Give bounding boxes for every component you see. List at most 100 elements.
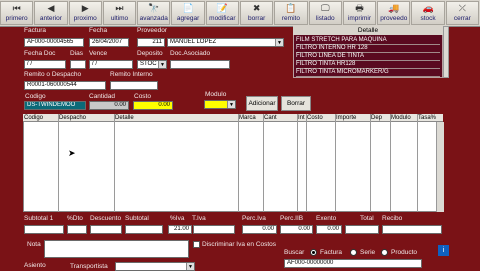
proveedor-label: Proveedor (137, 27, 167, 34)
remito-input[interactable]: R0001-060000544 (24, 81, 106, 90)
radio-serie[interactable] (350, 249, 357, 256)
borrar-button[interactable]: Borrar (281, 96, 311, 111)
totals-subtotal-field[interactable] (125, 225, 163, 234)
totals-dto-field[interactable] (67, 225, 87, 234)
radio-serie-label: Serie (360, 249, 376, 256)
nota-textarea[interactable] (44, 240, 189, 258)
grid-col-header[interactable]: Detalle (114, 114, 134, 122)
info-icon[interactable]: i (438, 245, 449, 256)
factura-input[interactable]: AF000-00004565 (24, 38, 84, 47)
grid-col-header[interactable]: Int (297, 114, 305, 122)
grid-col-header[interactable]: Importe (335, 114, 356, 122)
grid-col-header[interactable]: Dep (370, 114, 382, 122)
fecha-doc-input[interactable]: / / (24, 60, 66, 69)
grid-col-divider (417, 114, 418, 212)
toolbar-button-label: stock (420, 15, 436, 22)
toolbar-modificar-button[interactable]: 📝 modificar (205, 1, 239, 25)
grid-col-header[interactable]: Codigo (23, 114, 43, 122)
chevron-down-icon[interactable]: ▼ (227, 101, 235, 108)
agregar-icon: 📄 (182, 3, 194, 13)
totals-perc_iva-field[interactable]: 0.00 (242, 225, 277, 234)
toolbar-proveedo-button[interactable]: 🚚 proveedo (377, 1, 411, 25)
search-input[interactable]: AF000-00000000 (284, 259, 422, 268)
codigo-label: Codigo (25, 93, 46, 100)
toolbar-anterior-button[interactable]: ◀ anterior (34, 1, 68, 25)
toolbar-avanzada-button[interactable]: 🔭 avanzada (137, 1, 171, 25)
chevron-down-icon[interactable]: ▼ (275, 39, 283, 46)
grid-scrollbar[interactable] (436, 122, 444, 212)
proximo-icon: ▶ (81, 3, 89, 13)
totals-label: T.Iva (192, 215, 206, 222)
doc-asociado-label: Doc.Asociado (170, 50, 211, 57)
toolbar-ultimo-button[interactable]: ⏭ ultimo (102, 1, 137, 25)
toolbar-cerrar-button[interactable]: ⤫ cerrar (445, 1, 479, 25)
grid-col-header[interactable]: Tasa% (417, 114, 436, 122)
toolbar-imprimir-button[interactable]: 🖶 imprimir (342, 1, 377, 25)
proveedor-select[interactable]: MANUEL LOPEZ ▼ (167, 38, 284, 47)
grid-col-header[interactable]: Cant (263, 114, 277, 122)
totals-t_iva-field[interactable] (193, 225, 235, 234)
modulo-select[interactable]: ▼ (204, 100, 236, 109)
toolbar-button-label: listado (315, 15, 335, 22)
proveedor-code-input[interactable]: 211 (137, 38, 165, 47)
doc-asociado-input[interactable] (170, 60, 230, 69)
modulo-label: Modulo (205, 91, 227, 98)
listado-icon: 🖵 (320, 3, 330, 13)
toolbar-proximo-button[interactable]: ▶ proximo (68, 1, 102, 25)
totals-recibo-field[interactable] (382, 225, 442, 234)
toolbar-agregar-button[interactable]: 📄 agregar (171, 1, 205, 25)
primero-icon: ⏮ (12, 3, 21, 13)
dias-input[interactable] (70, 60, 86, 69)
factura-label: Factura (24, 27, 47, 34)
detalle-header: Detalle (293, 26, 443, 35)
asiento-label: Asiento (24, 262, 46, 269)
totals-descuento-field[interactable] (90, 225, 122, 234)
remito-interno-input[interactable] (110, 81, 158, 90)
toolbar-button-label: borrar (247, 15, 266, 22)
grid-col-header[interactable]: Modulo (390, 114, 411, 122)
totals-subtotal1-field[interactable] (24, 225, 64, 234)
toolbar-borrar-button[interactable]: ✖ borrar (240, 1, 274, 25)
grid-col-header[interactable]: Despacho (58, 114, 86, 122)
discriminar-label: Discriminar Iva en Costos (202, 241, 277, 248)
ultimo-icon: ⏭ (115, 3, 124, 13)
cantidad-input[interactable]: 0.00 (89, 101, 129, 110)
fecha-label: Fecha (89, 27, 108, 34)
radio-factura[interactable] (310, 249, 317, 256)
discriminar-checkbox[interactable] (193, 241, 200, 248)
fecha-input[interactable]: 26/04/2007 (89, 38, 129, 47)
grid-col-divider (390, 114, 391, 212)
totals-exento-field[interactable]: 0.00 (316, 225, 342, 234)
grid-col-header[interactable]: Marca (238, 114, 256, 122)
deposito-label: Deposito (137, 50, 163, 57)
totals-iva_pct-field[interactable]: 21.00 (168, 225, 192, 234)
totals-label: Subtotal 1 (24, 215, 54, 222)
radio-producto[interactable] (381, 249, 388, 256)
vence-input[interactable]: / / (89, 60, 133, 69)
toolbar-button-label: agregar (176, 15, 200, 22)
costo-label: Costo (134, 93, 151, 100)
totals-label: Recibo (382, 215, 403, 222)
grid-col-header[interactable]: Costo (306, 114, 323, 122)
toolbar-button-label: avanzada (139, 15, 168, 22)
deposito-select[interactable]: STOC ▼ (137, 60, 167, 69)
totals-total-field[interactable] (345, 225, 379, 234)
detalle-item[interactable]: FILTRO TINTA MICROMARKER/G (296, 68, 440, 77)
chevron-down-icon[interactable]: ▼ (158, 61, 166, 68)
totals-perc_iib-field[interactable]: 0.00 (280, 225, 313, 234)
grid-col-divider (370, 114, 371, 212)
radio-factura-label: Factura (320, 249, 343, 256)
toolbar-remito-button[interactable]: 📋 remito (274, 1, 308, 25)
costo-input[interactable]: 0.00 (133, 101, 173, 110)
codigo-input[interactable]: DS-TWINDEMOO (24, 101, 86, 110)
fecha-doc-label: Fecha Doc (24, 50, 56, 57)
adicionar-button[interactable]: Adicionar (246, 96, 278, 111)
deposito-value: STOC (140, 61, 157, 67)
toolbar-button-label: imprimir (347, 15, 372, 22)
toolbar-primero-button[interactable]: ⏮ primero (0, 1, 34, 25)
detalle-scrollbar[interactable] (443, 26, 449, 78)
items-grid[interactable] (23, 114, 443, 212)
toolbar-listado-button[interactable]: 🖵 listado (308, 1, 342, 25)
cerrar-icon: ⤫ (458, 3, 466, 13)
toolbar-stock-button[interactable]: 🚗 stock (411, 1, 445, 25)
